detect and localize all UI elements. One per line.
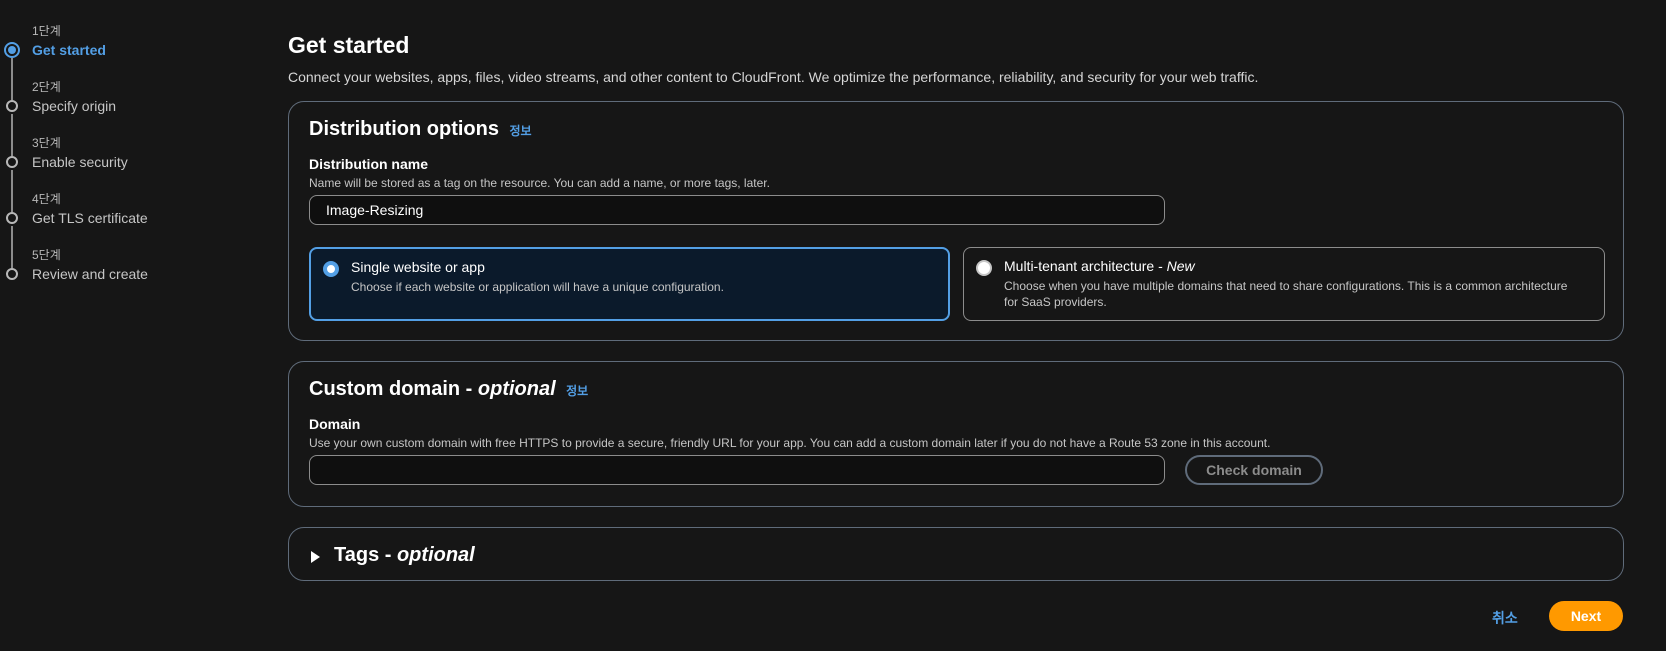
panel-title: Tags - optional bbox=[334, 544, 475, 566]
info-link[interactable]: 정보 bbox=[509, 124, 531, 138]
option-single-website[interactable]: Single website or app Choose if each web… bbox=[309, 247, 950, 321]
step-label[interactable]: Specify origin bbox=[32, 98, 220, 114]
step-number: 5단계 bbox=[32, 248, 61, 262]
step-number: 2단계 bbox=[32, 80, 61, 94]
step-current-icon bbox=[4, 42, 20, 58]
step-get-started[interactable]: 1단계 Get started bbox=[0, 20, 220, 100]
panel-title: Custom domain - optional bbox=[309, 378, 556, 400]
distribution-options-panel: Distribution options 정보 Distribution nam… bbox=[288, 101, 1624, 341]
next-button[interactable]: Next bbox=[1549, 601, 1623, 631]
step-label[interactable]: Get TLS certificate bbox=[32, 210, 220, 226]
page-title: Get started bbox=[288, 32, 410, 58]
step-pending-icon bbox=[6, 100, 18, 112]
expand-caret-icon[interactable] bbox=[311, 550, 320, 563]
distribution-name-label: Distribution name bbox=[309, 156, 429, 172]
custom-domain-panel: Custom domain - optional 정보 Domain Use y… bbox=[288, 361, 1624, 507]
step-pending-icon bbox=[6, 156, 18, 168]
panel-title: Distribution options bbox=[309, 118, 499, 140]
page-description: Connect your websites, apps, files, vide… bbox=[288, 69, 1259, 85]
domain-label: Domain bbox=[309, 416, 361, 432]
step-pending-icon bbox=[6, 268, 18, 280]
info-link[interactable]: 정보 bbox=[566, 384, 588, 398]
step-number: 1단계 bbox=[32, 24, 61, 38]
check-domain-button[interactable]: Check domain bbox=[1185, 455, 1323, 485]
step-label[interactable]: Get started bbox=[32, 42, 220, 58]
radio-unselected-icon[interactable] bbox=[976, 260, 992, 276]
radio-selected-icon[interactable] bbox=[323, 261, 339, 277]
domain-input[interactable] bbox=[309, 455, 1165, 485]
option-title: Single website or app bbox=[351, 259, 485, 275]
step-label[interactable]: Review and create bbox=[32, 266, 220, 282]
distribution-name-input[interactable]: Image-Resizing bbox=[309, 195, 1165, 225]
page-header: Get started Connect your websites, apps,… bbox=[288, 28, 1624, 85]
domain-description: Use your own custom domain with free HTT… bbox=[309, 436, 1271, 450]
option-title: Multi-tenant architecture - bbox=[1004, 258, 1167, 274]
distribution-name-description: Name will be stored as a tag on the reso… bbox=[309, 176, 770, 190]
wizard-stepper: 1단계 Get started 2단계 Specify origin 3단계 E… bbox=[0, 20, 220, 300]
option-multi-tenant[interactable]: Multi-tenant architecture - New Choose w… bbox=[963, 247, 1605, 321]
step-number: 4단계 bbox=[32, 192, 61, 206]
option-description: Choose if each website or application wi… bbox=[351, 280, 724, 294]
step-number: 3단계 bbox=[32, 136, 61, 150]
step-enable-security[interactable]: 3단계 Enable security bbox=[0, 132, 220, 212]
step-specify-origin[interactable]: 2단계 Specify origin bbox=[0, 76, 220, 156]
step-pending-icon bbox=[6, 212, 18, 224]
new-badge: New bbox=[1166, 258, 1195, 274]
cancel-button[interactable]: 취소 bbox=[1492, 608, 1518, 628]
tags-panel[interactable]: Tags - optional bbox=[288, 527, 1624, 581]
option-description: Choose when you have multiple domains th… bbox=[1004, 279, 1568, 309]
step-label[interactable]: Enable security bbox=[32, 154, 220, 170]
step-review-create[interactable]: 5단계 Review and create bbox=[0, 244, 220, 300]
step-tls-certificate[interactable]: 4단계 Get TLS certificate bbox=[0, 188, 220, 268]
